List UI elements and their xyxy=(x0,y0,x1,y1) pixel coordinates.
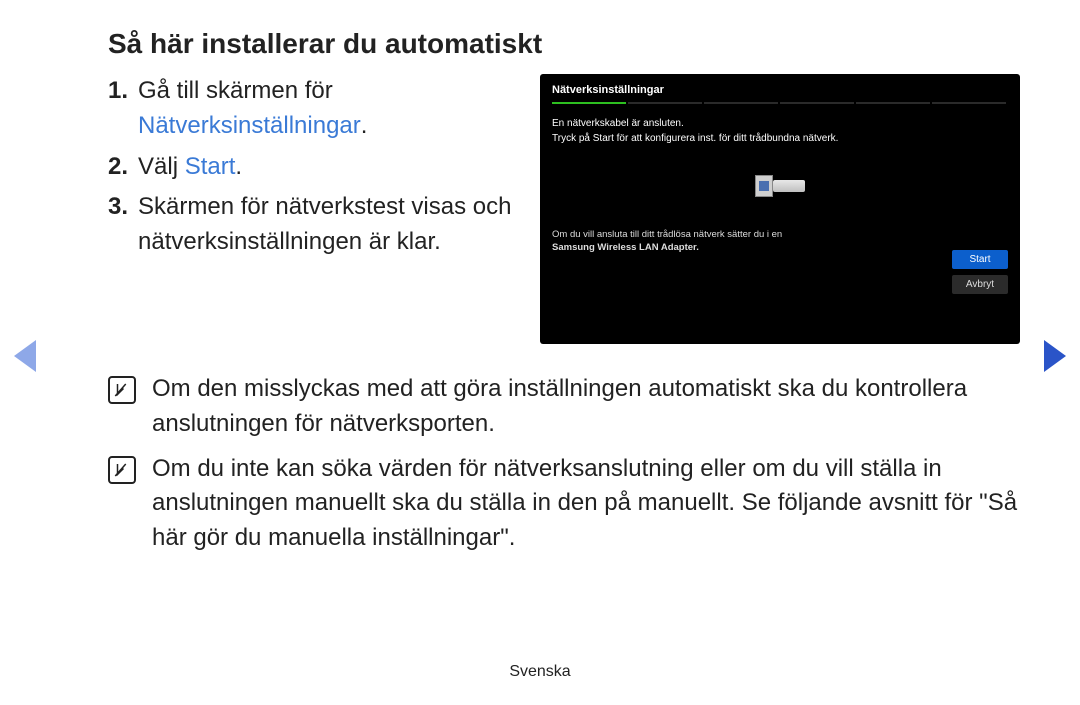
ethernet-plug-icon xyxy=(755,175,773,197)
instruction-list: 1. Gå till skärmen för Nätverksinställni… xyxy=(108,74,516,344)
page-title: Så här installerar du automatiskt xyxy=(108,28,1020,60)
tv-cable-illustration xyxy=(552,162,1008,210)
step-text: Skärmen för nätverkstest visas och nätve… xyxy=(138,193,511,255)
tv-cancel-button[interactable]: Avbryt xyxy=(952,275,1008,294)
notes-section: Om den misslyckas med att göra inställni… xyxy=(108,372,1020,556)
step-1: 1. Gå till skärmen för Nätverksinställni… xyxy=(108,74,516,144)
step-link: Nätverksinställningar xyxy=(138,112,361,139)
tv-footer-line2: Samsung Wireless LAN Adapter. xyxy=(552,242,699,253)
step-suffix: . xyxy=(235,153,242,180)
tv-footer: Om du vill ansluta till ditt trådlösa nä… xyxy=(552,228,882,255)
note-icon xyxy=(108,376,136,404)
step-number: 2. xyxy=(108,150,138,185)
tv-screenshot: Nätverksinställningar En nätverkskabel ä… xyxy=(540,74,1020,344)
tv-footer-line1: Om du vill ansluta till ditt trådlösa nä… xyxy=(552,229,782,240)
step-suffix: . xyxy=(361,112,368,139)
step-text: Gå till skärmen för xyxy=(138,77,333,104)
tv-progress-bar xyxy=(552,102,1008,104)
prev-page-arrow[interactable] xyxy=(14,340,36,372)
note-1: Om den misslyckas med att göra inställni… xyxy=(108,372,1020,442)
note-text: Om du inte kan söka värden för nätverksa… xyxy=(152,452,1020,556)
step-number: 1. xyxy=(108,74,138,144)
step-link: Start xyxy=(185,153,236,180)
note-text: Om den misslyckas med att göra inställni… xyxy=(152,372,1020,442)
tv-start-button[interactable]: Start xyxy=(952,250,1008,269)
note-2: Om du inte kan söka värden för nätverksa… xyxy=(108,452,1020,556)
step-3: 3. Skärmen för nätverkstest visas och nä… xyxy=(108,190,516,260)
step-2: 2. Välj Start. xyxy=(108,150,516,185)
tv-title: Nätverksinställningar xyxy=(552,84,1008,96)
tv-status: En nätverkskabel är ansluten. xyxy=(552,118,1008,129)
step-text: Välj xyxy=(138,153,185,180)
step-number: 3. xyxy=(108,190,138,260)
ethernet-cable-icon xyxy=(773,180,805,192)
page-language: Svenska xyxy=(0,663,1080,681)
next-page-arrow[interactable] xyxy=(1044,340,1066,372)
note-icon xyxy=(108,456,136,484)
tv-instruction: Tryck på Start för att konfigurera inst.… xyxy=(552,133,1008,144)
